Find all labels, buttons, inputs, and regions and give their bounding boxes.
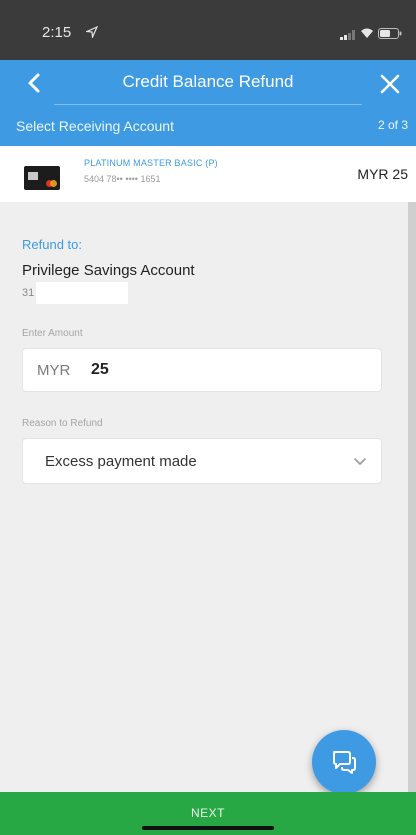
amount-value[interactable]: 25 [91, 361, 109, 379]
amount-currency: MYR [37, 362, 71, 379]
reason-value: Excess payment made [45, 453, 197, 470]
account-name: Privilege Savings Account [22, 262, 195, 279]
chevron-down-icon [354, 458, 366, 465]
reason-label: Reason to Refund [22, 418, 103, 429]
amount-input[interactable]: MYR 25 [22, 348, 382, 392]
battery-icon [378, 28, 402, 39]
next-label: NEXT [190, 806, 225, 820]
next-button[interactable]: NEXT [0, 792, 416, 835]
credit-card-image [24, 166, 60, 190]
amount-label: Enter Amount [22, 328, 83, 339]
page-title: Credit Balance Refund [122, 72, 294, 91]
step-count: 2 of 3 [377, 118, 408, 132]
status-bar: 2:15 [0, 0, 416, 60]
app-header: Credit Balance Refund Select Receiving A… [0, 60, 416, 146]
reason-select[interactable]: Excess payment made [22, 438, 382, 484]
card-number: 5404 78•• •••• 1651 [84, 174, 161, 184]
chat-button[interactable] [312, 730, 376, 794]
signal-icon [340, 30, 355, 40]
close-icon[interactable] [378, 72, 402, 96]
account-number-redaction [36, 282, 128, 304]
card-name: PLATINUM MASTER BASIC (P) [84, 158, 218, 168]
scroll-edge [408, 202, 416, 792]
wifi-icon [361, 28, 373, 38]
location-arrow-icon [86, 26, 98, 38]
source-card-row[interactable]: PLATINUM MASTER BASIC (P) 5404 78•• ••••… [0, 146, 416, 202]
card-balance: MYR 25 [357, 166, 408, 182]
header-row: Credit Balance Refund [0, 60, 416, 106]
chat-icon [333, 751, 356, 774]
status-time: 2:15 [42, 24, 72, 41]
home-indicator [142, 826, 274, 830]
account-number: 31 [22, 287, 35, 299]
refund-to-label: Refund to: [22, 237, 82, 252]
header-divider [54, 104, 362, 105]
step-label: Select Receiving Account [16, 118, 174, 134]
